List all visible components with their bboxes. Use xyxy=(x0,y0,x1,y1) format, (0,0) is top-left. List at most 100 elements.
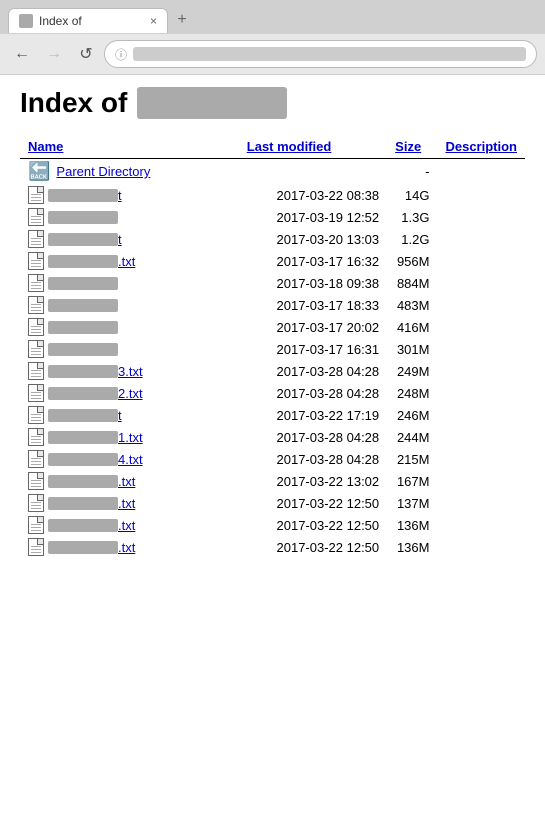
file-name-suffix: t xyxy=(118,232,122,247)
file-link[interactable] xyxy=(48,277,118,290)
file-modified: 2017-03-19 12:52 xyxy=(239,206,387,228)
table-row: 1.txt 2017-03-28 04:28 244M xyxy=(20,426,525,448)
file-name-suffix: 2.txt xyxy=(118,386,143,401)
file-name-blur xyxy=(48,519,118,532)
file-link[interactable]: .txt xyxy=(48,474,135,489)
file-size: 215M xyxy=(387,448,437,470)
file-link[interactable]: t xyxy=(48,188,122,203)
page-title-prefix: Index of xyxy=(20,87,127,119)
file-modified: 2017-03-22 13:02 xyxy=(239,470,387,492)
file-link[interactable] xyxy=(48,321,118,334)
file-icon xyxy=(28,494,44,512)
file-modified: 2017-03-28 04:28 xyxy=(239,360,387,382)
table-row: .txt 2017-03-22 12:50 136M xyxy=(20,536,525,558)
file-modified: 2017-03-18 09:38 xyxy=(239,272,387,294)
file-icon xyxy=(28,516,44,534)
table-row: .txt 2017-03-22 12:50 136M xyxy=(20,514,525,536)
file-name-cell xyxy=(20,294,239,316)
file-modified: 2017-03-22 12:50 xyxy=(239,492,387,514)
page-title-blur xyxy=(137,87,287,119)
file-size: 246M xyxy=(387,404,437,426)
back-button[interactable]: ← xyxy=(8,40,36,68)
file-size: 1.2G xyxy=(387,228,437,250)
tab-close-button[interactable]: × xyxy=(150,14,157,28)
col-header-modified: Last modified xyxy=(239,135,387,159)
file-icon xyxy=(28,406,44,424)
file-modified: 2017-03-20 13:03 xyxy=(239,228,387,250)
table-row: t 2017-03-22 17:19 246M xyxy=(20,404,525,426)
file-desc xyxy=(437,404,525,426)
table-row: t 2017-03-20 13:03 1.2G xyxy=(20,228,525,250)
parent-modified xyxy=(239,159,387,185)
table-row: t 2017-03-22 08:38 14G xyxy=(20,184,525,206)
col-modified-link[interactable]: Last modified xyxy=(247,139,332,154)
file-desc xyxy=(437,206,525,228)
file-name-suffix: .txt xyxy=(118,474,135,489)
file-icon xyxy=(28,252,44,270)
file-link[interactable]: .txt xyxy=(48,540,135,555)
file-icon xyxy=(28,472,44,490)
file-link[interactable]: .txt xyxy=(48,518,135,533)
file-name-blur xyxy=(48,211,118,224)
file-name-cell xyxy=(20,316,239,338)
file-icon xyxy=(28,296,44,314)
file-modified: 2017-03-22 08:38 xyxy=(239,184,387,206)
file-link[interactable] xyxy=(48,299,118,312)
file-icon xyxy=(28,186,44,204)
forward-button[interactable]: → xyxy=(40,40,68,68)
file-size: 301M xyxy=(387,338,437,360)
col-name-link[interactable]: Name xyxy=(28,139,63,154)
file-name-blur xyxy=(48,299,118,312)
tab-bar: Index of × + xyxy=(0,0,545,34)
file-name-cell: .txt xyxy=(20,250,239,272)
tab-favicon xyxy=(19,14,33,28)
file-link[interactable]: .txt xyxy=(48,496,135,511)
table-row: .txt 2017-03-22 13:02 167M xyxy=(20,470,525,492)
file-modified: 2017-03-22 12:50 xyxy=(239,536,387,558)
table-row: .txt 2017-03-17 16:32 956M xyxy=(20,250,525,272)
table-row: 2017-03-17 16:31 301M xyxy=(20,338,525,360)
file-name-cell: t xyxy=(20,404,239,426)
file-size: 244M xyxy=(387,426,437,448)
file-link[interactable] xyxy=(48,343,118,356)
file-link[interactable]: t xyxy=(48,232,122,247)
file-size: 416M xyxy=(387,316,437,338)
reload-button[interactable]: ↺ xyxy=(72,40,100,68)
file-desc xyxy=(437,316,525,338)
file-icon xyxy=(28,450,44,468)
file-link[interactable] xyxy=(48,211,118,224)
address-bar[interactable]: ⓘ xyxy=(104,40,537,68)
file-size: 137M xyxy=(387,492,437,514)
file-name-blur xyxy=(48,255,118,268)
page-title: Index of xyxy=(20,87,525,119)
file-desc xyxy=(437,514,525,536)
file-name-cell: 4.txt xyxy=(20,448,239,470)
file-modified: 2017-03-17 16:32 xyxy=(239,250,387,272)
file-name-cell: t xyxy=(20,228,239,250)
file-size: 1.3G xyxy=(387,206,437,228)
file-name-blur xyxy=(48,277,118,290)
table-row: .txt 2017-03-22 12:50 137M xyxy=(20,492,525,514)
file-name-blur xyxy=(48,343,118,356)
new-tab-button[interactable]: + xyxy=(168,6,196,34)
file-link[interactable]: 3.txt xyxy=(48,364,143,379)
file-icon xyxy=(28,538,44,556)
active-tab[interactable]: Index of × xyxy=(8,8,168,33)
file-link[interactable]: 1.txt xyxy=(48,430,143,445)
file-name-cell: 3.txt xyxy=(20,360,239,382)
parent-dir-link[interactable]: Parent Directory xyxy=(56,164,150,179)
file-name-blur xyxy=(48,189,118,202)
file-link[interactable]: t xyxy=(48,408,122,423)
file-desc xyxy=(437,470,525,492)
file-link[interactable]: 4.txt xyxy=(48,452,143,467)
file-size: 884M xyxy=(387,272,437,294)
file-desc xyxy=(437,272,525,294)
file-name-suffix: 3.txt xyxy=(118,364,143,379)
file-link[interactable]: .txt xyxy=(48,254,135,269)
table-row: 2017-03-18 09:38 884M xyxy=(20,272,525,294)
table-header-row: Name Last modified Size Description xyxy=(20,135,525,159)
file-link[interactable]: 2.txt xyxy=(48,386,143,401)
col-desc-link[interactable]: Description xyxy=(445,139,517,154)
col-size-link[interactable]: Size xyxy=(395,139,421,154)
file-size: 249M xyxy=(387,360,437,382)
